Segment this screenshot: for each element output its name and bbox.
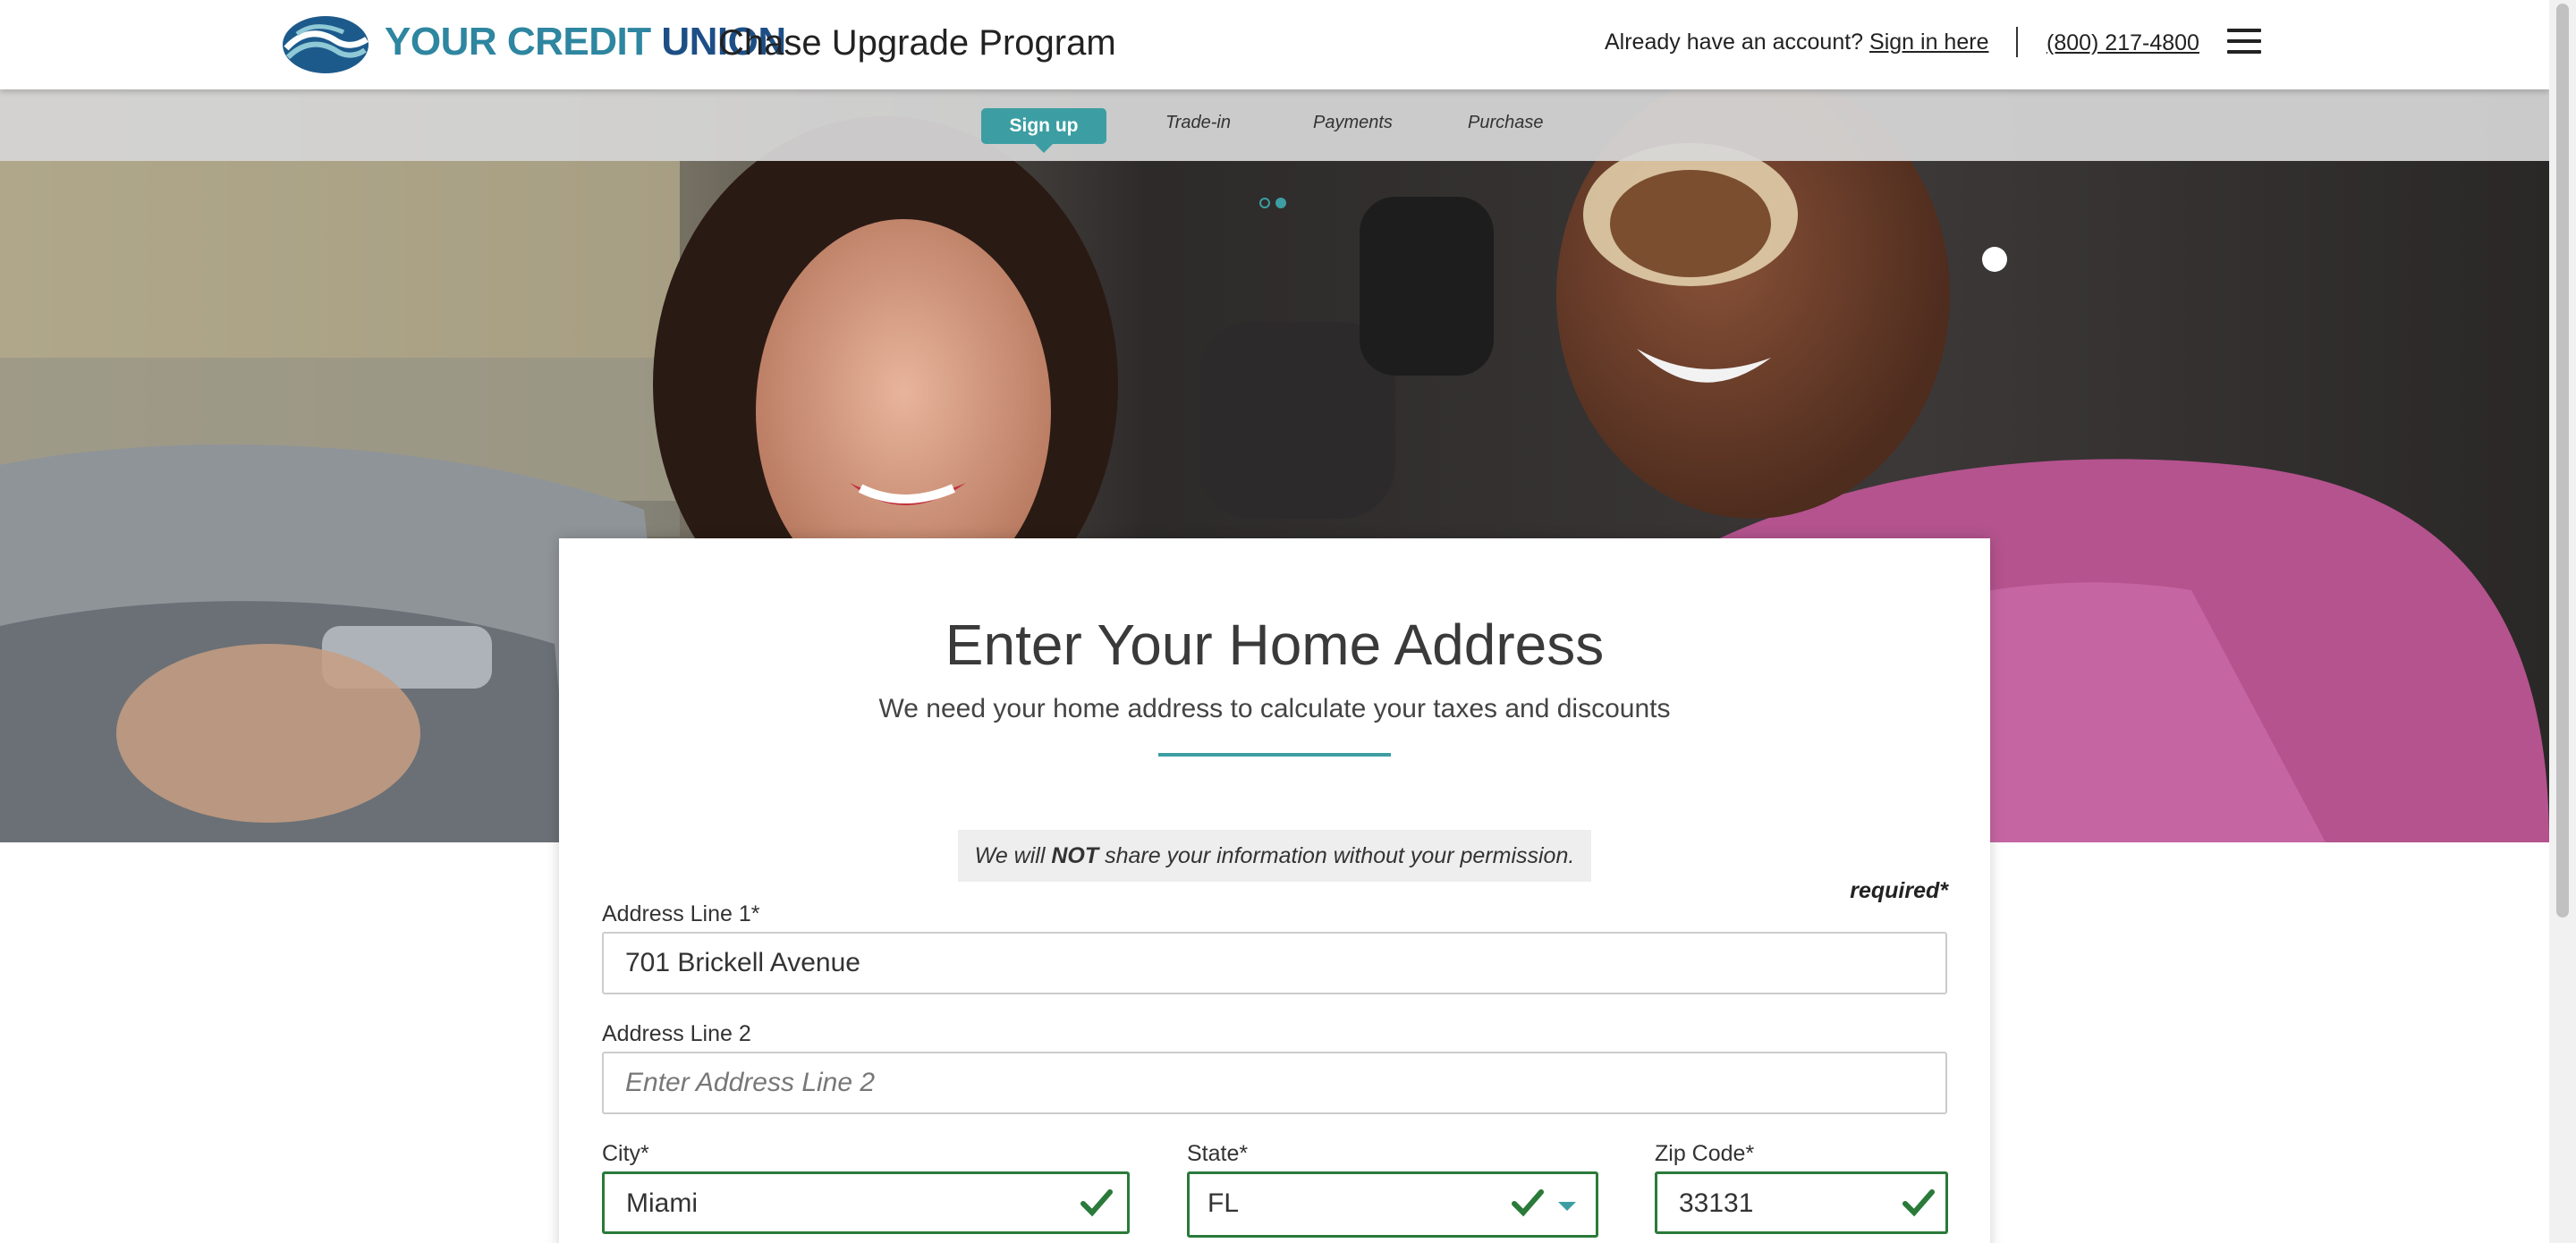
step-purchase[interactable]: Purchase bbox=[1468, 113, 1544, 133]
state-select[interactable]: FL bbox=[1187, 1171, 1598, 1238]
address-line-2-label: Address Line 2 bbox=[602, 1021, 751, 1046]
carousel-dot-active[interactable] bbox=[1275, 198, 1286, 208]
zip-code-value: 33131 bbox=[1679, 1188, 1754, 1218]
privacy-notice: We will NOT share your information witho… bbox=[958, 830, 1591, 882]
zip-code-label: Zip Code* bbox=[1655, 1141, 1755, 1166]
city-label: City* bbox=[602, 1141, 649, 1166]
city-input[interactable]: Miami bbox=[602, 1171, 1130, 1234]
header-divider bbox=[2016, 27, 2018, 57]
credit-union-logo-icon[interactable] bbox=[281, 14, 370, 75]
state-value: FL bbox=[1208, 1188, 1240, 1218]
check-icon bbox=[1512, 1189, 1544, 1217]
sign-in-link[interactable]: Sign in here bbox=[1869, 30, 1988, 55]
title-underline bbox=[1158, 753, 1391, 757]
step-trade-in[interactable]: Trade-in bbox=[1165, 113, 1231, 133]
account-prompt-text: Already have an account? bbox=[1605, 30, 1864, 55]
hamburger-menu-icon[interactable] bbox=[2227, 29, 2261, 54]
carousel-dots bbox=[1259, 197, 1292, 213]
step-payments[interactable]: Payments bbox=[1313, 113, 1393, 133]
address-form-card: Enter Your Home Address We need your hom… bbox=[559, 538, 1990, 1243]
chevron-down-icon[interactable] bbox=[1558, 1202, 1576, 1211]
brand-prefix: YOUR CREDIT bbox=[385, 20, 662, 63]
privacy-pre: We will bbox=[974, 843, 1052, 868]
address-line-1-input[interactable]: 701 Brickell Avenue bbox=[602, 932, 1947, 994]
site-header: YOUR CREDIT UNION Chase Upgrade Program … bbox=[0, 0, 2549, 89]
privacy-strong: NOT bbox=[1051, 843, 1099, 868]
step-sign-up[interactable]: Sign up bbox=[981, 108, 1106, 153]
state-label: State* bbox=[1187, 1141, 1249, 1166]
program-title: Chase Upgrade Program bbox=[718, 23, 1116, 63]
zip-code-input[interactable]: 33131 bbox=[1655, 1171, 1948, 1234]
progress-steps: Sign up Trade-in Payments Purchase bbox=[0, 89, 2549, 161]
page-scrollbar[interactable] bbox=[2549, 0, 2576, 1243]
page-title: Enter Your Home Address bbox=[945, 613, 1605, 677]
check-icon bbox=[1080, 1189, 1113, 1217]
required-note: required* bbox=[1850, 878, 1948, 903]
address-line-1-label: Address Line 1* bbox=[602, 901, 760, 926]
phone-link[interactable]: (800) 217-4800 bbox=[2046, 30, 2199, 56]
privacy-post: share your information without your perm… bbox=[1098, 843, 1575, 868]
carousel-dot[interactable] bbox=[1259, 198, 1270, 208]
check-icon bbox=[1902, 1189, 1935, 1217]
page-subtitle: We need your home address to calculate y… bbox=[878, 694, 1671, 723]
scrollbar-thumb[interactable] bbox=[2556, 4, 2569, 917]
address-line-2-input[interactable]: Enter Address Line 2 bbox=[602, 1052, 1947, 1114]
city-value: Miami bbox=[626, 1188, 698, 1218]
account-prompt: Already have an account? Sign in here bbox=[1605, 30, 1988, 55]
